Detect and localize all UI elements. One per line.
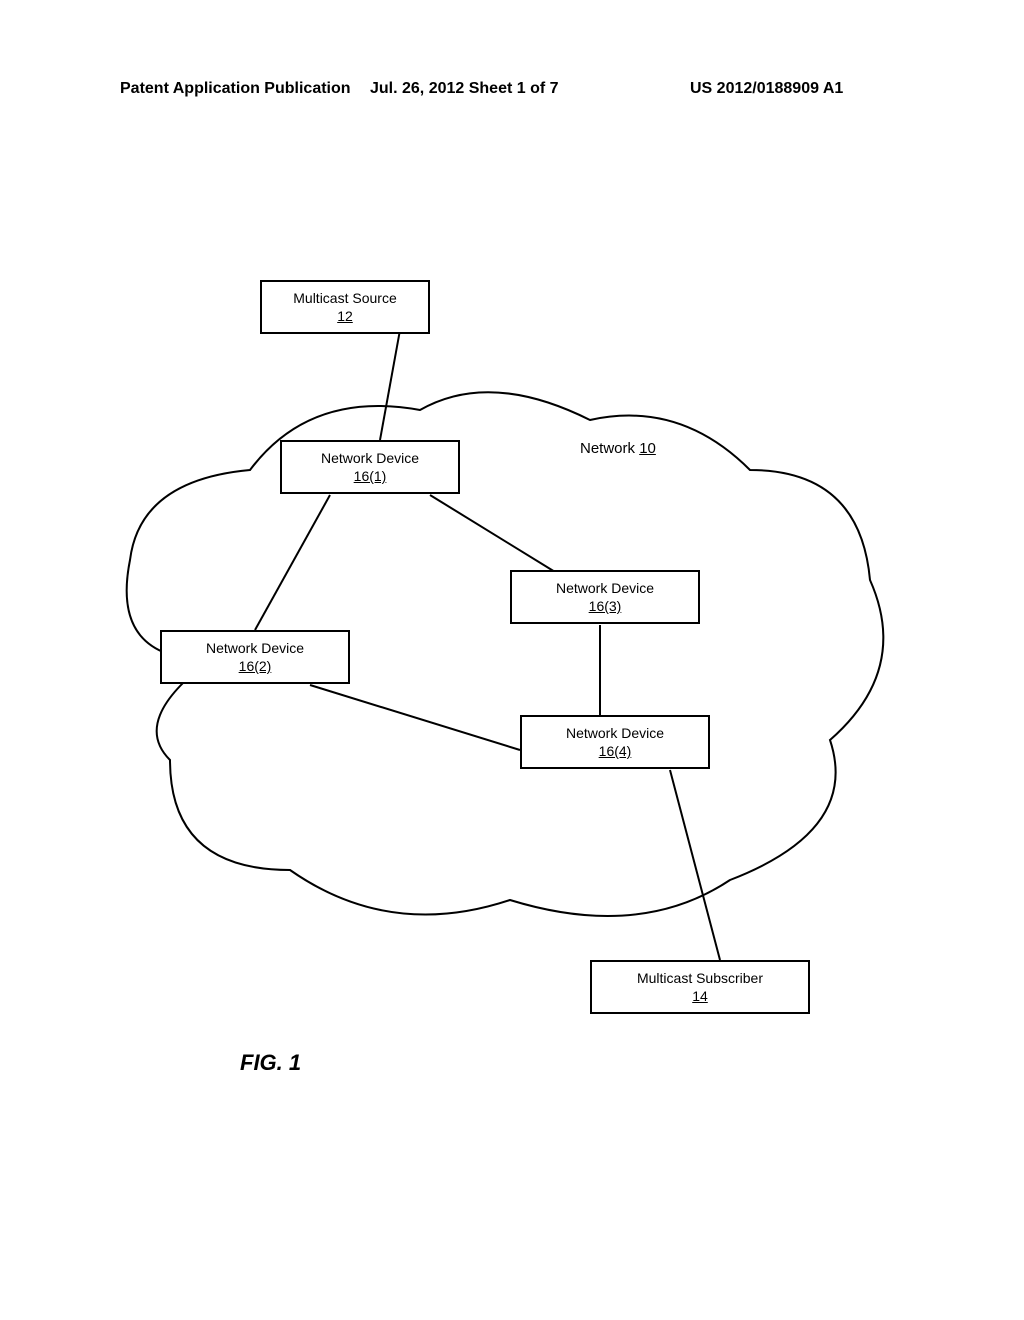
multicast-subscriber-ref: 14	[600, 988, 800, 1004]
multicast-subscriber-label: Multicast Subscriber	[600, 970, 800, 986]
network-label-ref: 10	[639, 440, 656, 457]
network-device-1-ref: 16(1)	[290, 468, 450, 484]
network-device-2-ref: 16(2)	[170, 658, 340, 674]
network-device-1-label: Network Device	[290, 450, 450, 466]
header-patent-number: US 2012/0188909 A1	[690, 80, 843, 98]
network-device-3-label: Network Device	[520, 580, 690, 596]
network-label: Network 10	[580, 440, 656, 457]
network-device-3-box: Network Device 16(3)	[510, 570, 700, 624]
header-publication: Patent Application Publication	[120, 80, 351, 98]
multicast-subscriber-box: Multicast Subscriber 14	[590, 960, 810, 1014]
network-device-4-box: Network Device 16(4)	[520, 715, 710, 769]
network-device-3-ref: 16(3)	[520, 598, 690, 614]
network-device-1-box: Network Device 16(1)	[280, 440, 460, 494]
network-device-4-label: Network Device	[530, 725, 700, 741]
multicast-source-label: Multicast Source	[270, 290, 420, 306]
multicast-source-ref: 12	[270, 308, 420, 324]
diagram-container: Multicast Source 12 Network Device 16(1)…	[110, 260, 910, 1060]
network-device-4-ref: 16(4)	[530, 743, 700, 759]
network-device-2-box: Network Device 16(2)	[160, 630, 350, 684]
network-device-2-label: Network Device	[170, 640, 340, 656]
network-label-text: Network	[580, 440, 639, 457]
header-date-sheet: Jul. 26, 2012 Sheet 1 of 7	[370, 80, 559, 98]
multicast-source-box: Multicast Source 12	[260, 280, 430, 334]
